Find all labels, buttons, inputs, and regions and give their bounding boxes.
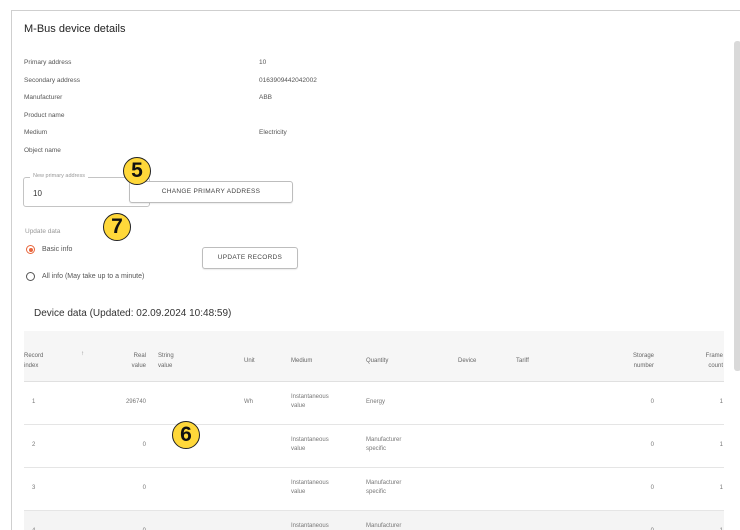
cell-frame-count: 1 [719, 485, 723, 491]
column-header-record-index[interactable]: Record index [24, 351, 43, 371]
field-legend: New primary address [30, 173, 88, 179]
cell-quantity: Manufacturer specific [366, 436, 401, 454]
header-line: Device [458, 358, 477, 364]
property-value: 10 [259, 59, 267, 66]
cell-real-value: 0 [142, 485, 146, 491]
callout-badge: 7 [103, 213, 131, 241]
cell-line: value [291, 446, 306, 452]
header-line: Real [133, 353, 146, 359]
property-label: Secondary address [24, 76, 81, 84]
cell-record-index: 3 [32, 485, 36, 491]
cell-real-value: 0 [142, 442, 146, 448]
header-line: value [131, 363, 146, 369]
cell-frame-count: 1 [719, 399, 723, 405]
cell-line: Manufacturer [366, 437, 402, 443]
cell-line: Instantaneous [291, 437, 329, 443]
callout-badge: 5 [123, 157, 151, 185]
property-label: Medium [24, 129, 48, 136]
property-row: Medium Electricity [24, 129, 444, 147]
properties-list: Primary address 10 Secondary address 016… [24, 59, 444, 164]
cell-line: value [291, 403, 306, 409]
column-header-device[interactable]: Device [458, 356, 476, 366]
property-row: Product name [24, 112, 444, 130]
property-label: Manufacturer [24, 94, 63, 101]
cell-record-index: 1 [32, 399, 36, 405]
cell-medium: Instantaneous value [291, 479, 329, 497]
table-row[interactable]: 2 0 Instantaneous value Manufacturer spe… [24, 425, 724, 468]
column-header-real-value[interactable]: Real value [116, 351, 146, 371]
callout-badge: 6 [172, 421, 200, 449]
header-line: number [633, 363, 654, 369]
device-data-table: Record index ↑ Real value String value U… [24, 331, 724, 530]
cell-unit: Wh [244, 399, 253, 405]
radio-basic-info[interactable] [26, 245, 35, 254]
radio-all-info[interactable] [26, 272, 35, 281]
radio-label: All info (May take up to a minute) [42, 273, 145, 280]
cell-line: Instantaneous [291, 394, 329, 400]
cell-storage-number: 0 [650, 442, 654, 448]
update-data-label: Update data [25, 228, 61, 235]
table-row[interactable]: 1 296740 Wh Instantaneous value Energy 0… [24, 382, 724, 425]
page-title: M-Bus device details [24, 23, 126, 35]
cell-frame-count: 1 [719, 442, 723, 448]
update-records-button[interactable]: UPDATE RECORDS [202, 247, 298, 269]
column-header-medium[interactable]: Medium [291, 356, 312, 366]
property-row: Primary address 10 [24, 59, 444, 77]
change-primary-address-button[interactable]: CHANGE PRIMARY ADDRESS [129, 181, 293, 203]
cell-medium: Instantaneous value [291, 436, 329, 454]
cell-line: specific [366, 446, 387, 452]
property-value: 0163909442042002 [259, 76, 317, 84]
property-label: Object name [24, 146, 61, 154]
property-row: Object name [24, 147, 444, 165]
cell-quantity: Manufacturer specific [366, 479, 401, 497]
cell-medium: Instantaneous value [291, 393, 329, 411]
column-header-string-value[interactable]: String value [158, 351, 174, 371]
cell-line: value [291, 489, 306, 495]
header-line: String [158, 353, 174, 359]
cell-line: Manufacturer [366, 480, 402, 486]
cell-quantity: Energy [366, 398, 385, 407]
header-line: count [708, 363, 723, 369]
column-header-frame-count[interactable]: Frame count [689, 351, 723, 371]
header-line: index [24, 363, 39, 369]
cell-storage-number: 0 [650, 399, 654, 405]
column-header-unit[interactable]: Unit [244, 356, 255, 366]
cell-real-value: 296740 [125, 399, 146, 405]
property-value: Electricity [259, 129, 287, 136]
table-row[interactable]: 3 0 Instantaneous value Manufacturer spe… [24, 468, 724, 511]
column-header-quantity[interactable]: Quantity [366, 356, 388, 366]
property-label: Product name [24, 111, 65, 119]
scrollbar[interactable] [734, 41, 740, 371]
column-header-storage-number[interactable]: Storage number [614, 351, 654, 371]
header-line: Tariff [516, 358, 529, 364]
cell-line: Instantaneous [291, 480, 329, 486]
cell-storage-number: 0 [650, 485, 654, 491]
cell-line: specific [366, 489, 387, 495]
column-header-tariff[interactable]: Tariff [516, 356, 529, 366]
header-line: Unit [244, 358, 255, 364]
property-row: Secondary address 0163909442042002 [24, 77, 444, 95]
property-value: ABB [259, 94, 273, 101]
header-line: Record [24, 353, 44, 359]
header-line: Storage [632, 353, 654, 359]
header-line: Medium [291, 358, 313, 364]
table-row[interactable]: 4 0 Instantaneous value Manufacturer spe… [24, 511, 724, 530]
header-line: Quantity [366, 358, 389, 364]
cell-line: Energy [366, 399, 386, 405]
radio-label: Basic info [42, 246, 73, 253]
table-header: Record index ↑ Real value String value U… [24, 331, 724, 382]
cell-record-index: 2 [32, 442, 36, 448]
header-line: Frame [705, 353, 723, 359]
property-row: Manufacturer ABB [24, 94, 444, 112]
field-value[interactable]: 10 [33, 189, 42, 198]
property-label: Primary address [24, 59, 72, 66]
arrow-up-icon[interactable]: ↑ [81, 351, 84, 357]
device-data-title: Device data (Updated: 02.09.2024 10:48:5… [34, 308, 232, 319]
header-line: value [158, 363, 173, 369]
device-details-panel: M-Bus device details Primary address 10 … [11, 10, 740, 530]
